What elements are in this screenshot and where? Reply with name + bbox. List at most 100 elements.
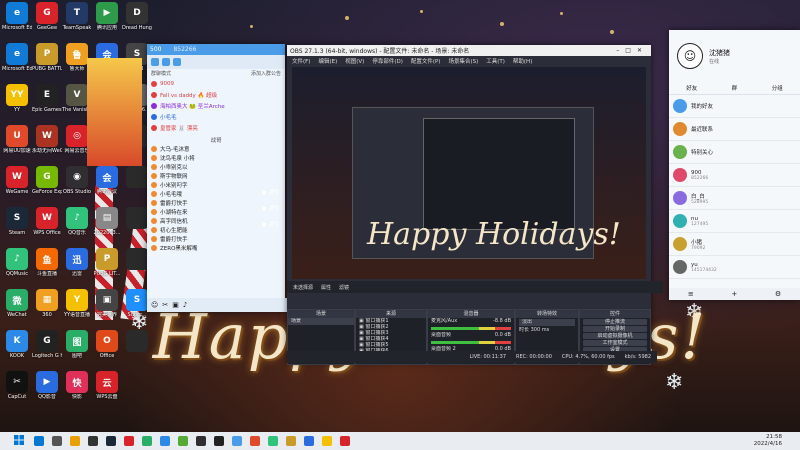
taskbar-app-icon[interactable]: [304, 436, 314, 446]
taskbar-app-icon[interactable]: [250, 436, 260, 446]
desktop-icon[interactable]: ♪ QQMusic: [2, 248, 32, 277]
qq-member-row[interactable]: 小毛毛哦: [147, 189, 227, 198]
scene-item[interactable]: 场景: [288, 318, 354, 325]
taskbar-app-icon[interactable]: [196, 436, 206, 446]
obs-titlebar[interactable]: OBS 27.1.3 (64-bit, windows) - 配置文件: 未命名…: [287, 45, 651, 56]
desktop-icon[interactable]: PPUBG BATTLEGR...: [32, 43, 62, 72]
menu-icon[interactable]: ≡: [688, 290, 694, 298]
friend-tab[interactable]: 分组: [772, 84, 783, 92]
desktop-icon[interactable]: ▶ 腾讯应用: [92, 2, 122, 31]
taskbar-app-icon[interactable]: [268, 436, 278, 446]
group-icon[interactable]: [151, 58, 159, 66]
desktop-icon[interactable]: GLogitech G HUB: [32, 330, 62, 359]
obs-control-button[interactable]: 工作室模式: [583, 340, 647, 346]
friend-row[interactable]: 小猪 79092: [669, 233, 800, 256]
qq-group-chat-window[interactable]: 500 852266 群聊模式 添加入群公告 9009 Fall vs daddy…: [147, 44, 293, 312]
desktop-icon[interactable]: 会腾讯会议: [92, 166, 122, 195]
obs-menu-item[interactable]: 视图(V): [345, 57, 364, 65]
avatar[interactable]: ☺: [677, 43, 703, 69]
friend-row[interactable]: 我的好友: [669, 95, 800, 118]
gear-icon[interactable]: ⚙: [775, 290, 781, 298]
desktop-icon[interactable]: 云 WPS云盘: [92, 371, 122, 400]
file-icon[interactable]: [173, 58, 181, 66]
desktop-icon[interactable]: ◉ OBS Studio: [62, 166, 92, 195]
desktop-icon[interactable]: U 网易UU加速: [2, 125, 32, 154]
desktop-icon[interactable]: S Steam: [2, 207, 32, 236]
transition-duration[interactable]: 时长 300 ms: [516, 327, 578, 334]
desktop-icon[interactable]: KKOOK: [2, 330, 32, 359]
obs-source-tab[interactable]: 未选择源: [293, 284, 313, 291]
desktop-icon[interactable]: ▦ 360: [32, 289, 62, 318]
obs-control-button[interactable]: 开始录制: [583, 326, 647, 332]
video-icon[interactable]: [162, 58, 170, 66]
scissors-icon[interactable]: ✂: [162, 301, 168, 309]
obs-menu-item[interactable]: 帮助(H): [513, 57, 532, 65]
desktop-icon[interactable]: YY YY: [2, 84, 32, 113]
obs-control-button[interactable]: 启动虚拟摄像机: [583, 333, 647, 339]
obs-source-tab[interactable]: 属性: [321, 284, 331, 291]
desktop-icon[interactable]: 微 WeChat: [2, 289, 32, 318]
desktop-icon[interactable]: W永劫无间WeGame版: [32, 125, 62, 154]
desktop-icon[interactable]: W WPS Office: [32, 207, 62, 236]
friend-row[interactable]: yu 145174432: [669, 256, 800, 279]
friend-row[interactable]: 白_白 528995: [669, 187, 800, 210]
desktop-icon[interactable]: ▤ 2022063...: [92, 207, 122, 236]
desktop-icon[interactable]: 快快影: [62, 371, 92, 400]
friend-row[interactable]: 900 852266: [669, 164, 800, 187]
qq-member-row[interactable]: 小米别叼字: [147, 180, 227, 189]
desktop-icon[interactable]: DDread Hunger: [122, 2, 152, 31]
start-icon[interactable]: [14, 435, 24, 447]
volume-meter[interactable]: [431, 327, 511, 330]
emoji-icon[interactable]: ☺: [151, 301, 158, 309]
qq-channel-row[interactable]: 9009: [147, 78, 285, 89]
taskbar-app-icon[interactable]: [340, 436, 350, 446]
desktop-icon[interactable]: W WeGame: [2, 166, 32, 195]
obs-studio-window[interactable]: OBS 27.1.3 (64-bit, windows) - 配置文件: 未命名…: [287, 45, 663, 365]
profile-status[interactable]: 在线: [709, 58, 730, 65]
taskbar-app-icon[interactable]: [286, 436, 296, 446]
notice-placeholder[interactable]: 添加入群公告: [251, 70, 281, 77]
qq-notice-item[interactable]: ● 通知: [262, 220, 280, 236]
qq-channel-row[interactable]: 海帕西奥大 🐸 圣兰Arche: [147, 100, 285, 111]
qq-member-row[interactable]: 小乖别克以: [147, 162, 227, 171]
desktop-icon[interactable]: 迅迅雷: [62, 248, 92, 277]
qq-member-row[interactable]: 大乌-毛沐意: [147, 144, 227, 153]
desktop-icon[interactable]: Y YY语音直播: [62, 289, 92, 318]
qq-member-row[interactable]: 斯宇物联网: [147, 171, 227, 180]
qq-channel-row[interactable]: 皇管家 🐰 漂亮: [147, 122, 285, 133]
add-friend-icon[interactable]: +: [731, 290, 737, 298]
desktop-icon[interactable]: G GeeGee: [32, 2, 62, 31]
qq-member-row[interactable]: 沈鸟毛泉 小将: [147, 153, 227, 162]
maximize-icon[interactable]: □: [625, 47, 637, 54]
taskbar-app-icon[interactable]: [124, 436, 134, 446]
qq-channel-row[interactable]: 小毛毛: [147, 111, 285, 122]
mic-icon[interactable]: ♪: [183, 301, 187, 309]
desktop-icon[interactable]: ♪ QQ音乐: [62, 207, 92, 236]
obs-preview-canvas[interactable]: Happy Holidays!: [292, 67, 646, 279]
obs-control-button[interactable]: 停止推流: [583, 319, 647, 325]
obs-menu-item[interactable]: 编辑(E): [318, 57, 337, 65]
obs-menu-item[interactable]: 场景集合(S): [448, 57, 478, 65]
image-icon[interactable]: ▣: [172, 301, 179, 309]
qq-channel-row[interactable]: Fall vs daddy 🔥 超级: [147, 89, 285, 100]
obs-source-tab[interactable]: 滤镜: [339, 284, 349, 291]
group-mode-label[interactable]: 群聊模式: [151, 70, 171, 77]
desktop-icon[interactable]: EEpic Games Launcher: [32, 84, 62, 113]
obs-menu-item[interactable]: 停靠部件(D): [372, 57, 403, 65]
desktop-icon[interactable]: eMicrosoft Edge: [2, 43, 32, 72]
qq-member-row[interactable]: 初心生肥能: [147, 225, 227, 234]
taskbar-app-icon[interactable]: [322, 436, 332, 446]
desktop-icon[interactable]: [122, 330, 152, 353]
taskbar-app-icon[interactable]: [52, 436, 62, 446]
desktop-icon[interactable]: O Office: [92, 330, 122, 359]
desktop-icon[interactable]: GGeForce Experience: [32, 166, 62, 195]
taskbar-app-icon[interactable]: [88, 436, 98, 446]
system-clock[interactable]: 21:58 2022/4/16: [754, 434, 782, 448]
desktop-icon[interactable]: eMicrosoft Edge: [2, 2, 32, 31]
desktop-icon[interactable]: T TeamSpeak: [62, 2, 92, 31]
desktop-icon[interactable]: 鱼斗鱼直播: [32, 248, 62, 277]
obs-menu-item[interactable]: 配置文件(P): [411, 57, 441, 65]
volume-meter[interactable]: [431, 341, 511, 344]
close-icon[interactable]: ✕: [637, 47, 648, 54]
taskbar-app-icon[interactable]: [142, 436, 152, 446]
